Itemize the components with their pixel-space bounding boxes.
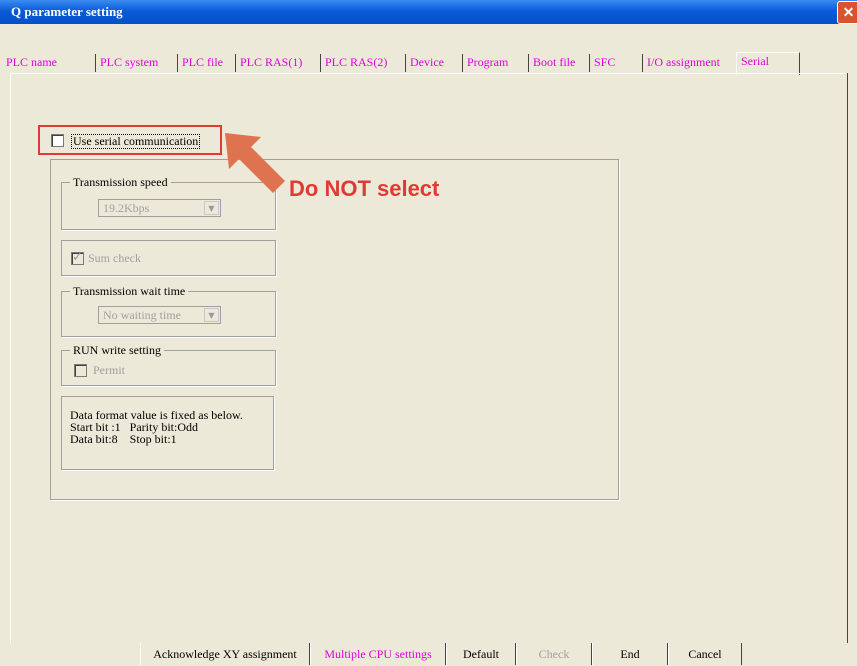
tab-plc-ras2[interactable]: PLC RAS(2) [320,54,387,72]
permit-checkbox[interactable] [74,364,87,377]
tab-program[interactable]: Program [462,54,508,72]
tab-strip: PLC name PLC system PLC file PLC RAS(1) … [0,24,857,75]
title-bar: Q parameter setting ✕ [0,0,857,24]
transmission-speed-value: 19.2Kbps [103,201,150,215]
default-button[interactable]: Default [446,643,516,665]
data-format-line3: Data bit:8 Stop bit:1 [70,432,177,446]
tab-plc-file[interactable]: PLC file [177,54,223,72]
tab-boot-file[interactable]: Boot file [528,54,575,72]
data-format-info: Data format value is fixed as below. Sta… [61,396,274,470]
sum-check-checkbox[interactable]: ✓ [71,250,84,265]
multiple-cpu-button[interactable]: Multiple CPU settings [310,643,446,665]
use-serial-label[interactable]: Use serial communication [71,134,201,149]
tab-device[interactable]: Device [405,54,444,72]
tab-serial[interactable]: Serial [736,52,800,75]
tab-sfc[interactable]: SFC [589,54,615,72]
arrow-icon [225,133,285,193]
cancel-button[interactable]: Cancel [668,643,742,665]
window-title: Q parameter setting [11,4,123,19]
annotation-text: Do NOT select [289,176,440,201]
chevron-down-icon: ▼ [204,308,219,322]
chevron-down-icon: ▼ [204,201,219,215]
tab-plc-name[interactable]: PLC name [2,54,57,72]
transmission-speed-legend: Transmission speed [70,175,171,189]
wait-time-select[interactable]: No waiting time ▼ [98,306,221,324]
sum-check-label: Sum check [88,251,141,265]
permit-label: Permit [93,363,125,377]
close-icon[interactable]: ✕ [837,1,857,24]
transmission-speed-select[interactable]: 19.2Kbps ▼ [98,199,221,217]
use-serial-checkbox[interactable] [51,134,64,147]
button-bar: Acknowledge XY assignment Multiple CPU s… [0,643,857,666]
run-write-legend: RUN write setting [70,343,164,357]
wait-time-value: No waiting time [103,308,181,322]
tab-plc-system[interactable]: PLC system [95,54,158,72]
check-icon: ✓ [72,250,83,265]
wait-time-legend: Transmission wait time [70,284,189,298]
end-button[interactable]: End [592,643,668,665]
tab-plc-ras1[interactable]: PLC RAS(1) [235,54,302,72]
acknowledge-xy-button[interactable]: Acknowledge XY assignment [140,643,310,665]
tab-io-assignment[interactable]: I/O assignment [642,54,720,72]
check-button[interactable]: Check [516,643,592,665]
